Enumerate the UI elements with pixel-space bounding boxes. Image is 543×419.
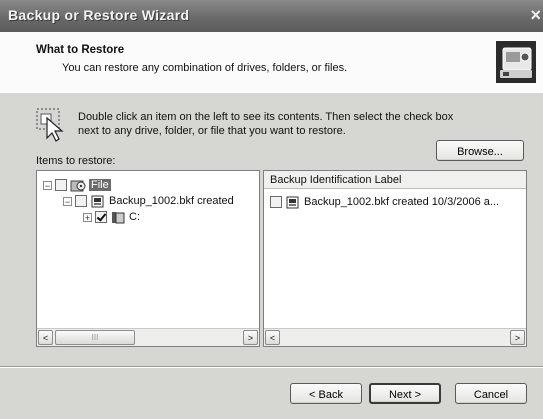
horizontal-scrollbar[interactable]: < > bbox=[264, 328, 526, 346]
scroll-thumb[interactable]: III bbox=[55, 330, 135, 345]
header-title: What to Restore bbox=[36, 44, 125, 56]
expand-icon[interactable]: + bbox=[83, 212, 92, 222]
tree-checkbox-checked[interactable] bbox=[95, 211, 107, 224]
tree-label: C: bbox=[129, 211, 140, 223]
tree-item-backup[interactable]: − Backup_1002.bkf created bbox=[63, 193, 234, 209]
tree-checkbox[interactable] bbox=[55, 179, 67, 192]
column-header[interactable]: Backup Identification Label bbox=[264, 171, 526, 189]
footer-divider-highlight bbox=[0, 367, 543, 368]
file-backup-icon bbox=[70, 180, 86, 192]
tree-label: Backup_1002.bkf created bbox=[109, 195, 234, 207]
header-divider bbox=[0, 92, 543, 93]
restore-tree[interactable]: − File − Backup_1002.bkf created + C: < III… bbox=[36, 170, 260, 347]
instructions-text: Double click an item on the left to see … bbox=[78, 111, 454, 137]
tree-view[interactable]: − File − Backup_1002.bkf created + C: bbox=[37, 171, 259, 324]
collapse-icon[interactable]: − bbox=[63, 196, 72, 206]
header-subtitle: You can restore any combination of drive… bbox=[62, 62, 348, 74]
backup-file-icon bbox=[91, 195, 104, 208]
double-click-icon bbox=[36, 108, 64, 142]
wizard-header: What to Restore You can restore any comb… bbox=[0, 32, 543, 93]
drive-icon bbox=[112, 211, 125, 224]
back-button[interactable]: < Back bbox=[290, 383, 362, 404]
scroll-right-button[interactable]: > bbox=[510, 330, 525, 345]
tree-label: File bbox=[89, 179, 111, 191]
browse-button[interactable]: Browse... bbox=[436, 140, 524, 161]
list-item[interactable]: Backup_1002.bkf created 10/3/2006 a... bbox=[270, 194, 499, 210]
tree-item-file[interactable]: − File bbox=[43, 177, 111, 193]
cancel-button[interactable]: Cancel bbox=[455, 383, 527, 404]
scroll-left-button[interactable]: < bbox=[265, 330, 280, 345]
backup-list[interactable]: Backup Identification Label Backup_1002.… bbox=[263, 170, 527, 347]
collapse-icon[interactable]: − bbox=[43, 180, 52, 190]
backup-restore-icon bbox=[496, 41, 536, 83]
wizard-window: Backup or Restore Wizard × What to Resto… bbox=[0, 0, 543, 419]
scroll-right-button[interactable]: > bbox=[243, 330, 258, 345]
tree-item-drive-c[interactable]: + C: bbox=[83, 209, 140, 225]
close-button[interactable]: × bbox=[523, 4, 543, 26]
backup-file-icon bbox=[286, 196, 299, 209]
title-bar[interactable]: Backup or Restore Wizard × bbox=[0, 0, 543, 32]
items-to-restore-label: Items to restore: bbox=[36, 155, 116, 167]
list-item-label: Backup_1002.bkf created 10/3/2006 a... bbox=[304, 196, 500, 208]
next-button[interactable]: Next > bbox=[369, 383, 441, 404]
scroll-left-button[interactable]: < bbox=[38, 330, 53, 345]
tree-checkbox[interactable] bbox=[75, 195, 87, 208]
window-title: Backup or Restore Wizard bbox=[8, 7, 190, 23]
horizontal-scrollbar[interactable]: < III > bbox=[37, 328, 259, 346]
list-checkbox[interactable] bbox=[270, 196, 282, 209]
